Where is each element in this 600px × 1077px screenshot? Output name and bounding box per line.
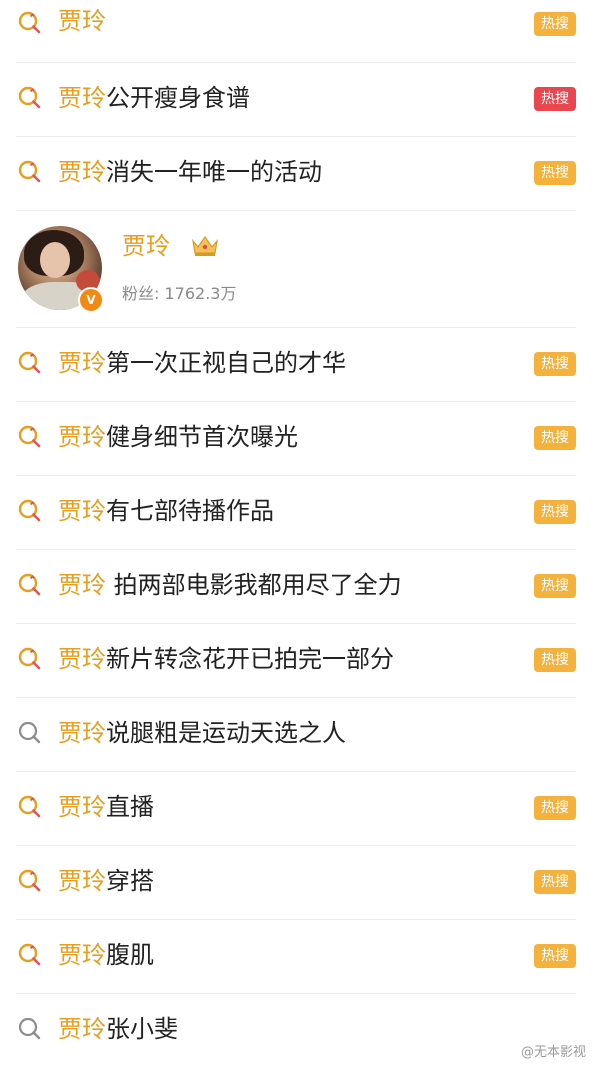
suggestion-suffix: 第一次正视自己的才华 [106, 349, 346, 377]
watermark: @无本影视 [520, 1045, 586, 1060]
trending-search-icon [17, 942, 43, 968]
trending-search-icon [17, 794, 43, 820]
suggestion-keyword: 贾玲 [58, 645, 106, 673]
suggestion-keyword: 贾玲 [58, 1015, 106, 1043]
trending-search-icon [17, 85, 43, 111]
suggestion-row[interactable]: 贾玲说腿粗是运动天选之人 [0, 698, 600, 771]
hot-badge: 热搜 [534, 648, 576, 672]
search-icon [17, 720, 43, 746]
suggestion-row[interactable]: 贾玲消失一年唯一的活动 热搜 [0, 137, 600, 210]
suggestion-label: 贾玲有七部待播作品 [58, 496, 274, 526]
suggestion-row[interactable]: 贾玲 拍两部电影我都用尽了全力 热搜 [0, 550, 600, 623]
suggestion-label: 贾玲第一次正视自己的才华 [58, 348, 346, 378]
suggestion-suffix: 直播 [106, 793, 154, 821]
suggestion-row[interactable]: 贾玲直播 热搜 [0, 772, 600, 845]
suggestion-keyword: 贾玲 [58, 7, 106, 35]
suggestion-row[interactable]: 贾玲 热搜 [0, 0, 600, 62]
suggestion-keyword: 贾玲 [58, 158, 106, 186]
suggestion-suffix: 张小斐 [106, 1015, 178, 1043]
suggestion-label: 贾玲公开瘦身食谱 [58, 83, 250, 113]
suggestion-keyword: 贾玲 [58, 867, 106, 895]
suggestion-row[interactable]: 贾玲健身细节首次曝光 热搜 [0, 402, 600, 475]
trending-search-icon [17, 572, 43, 598]
search-icon [17, 1016, 43, 1042]
suggestion-label: 贾玲直播 [58, 792, 154, 822]
suggestion-keyword: 贾玲 [58, 941, 106, 969]
suggestion-row[interactable]: 贾玲新片转念花开已拍完一部分 热搜 [0, 624, 600, 697]
hot-badge: 热搜 [534, 574, 576, 598]
trending-search-icon [17, 350, 43, 376]
suggestion-label: 贾玲新片转念花开已拍完一部分 [58, 644, 394, 674]
suggestion-label: 贾玲健身细节首次曝光 [58, 422, 298, 452]
suggestion-suffix: 新片转念花开已拍完一部分 [106, 645, 394, 673]
suggestion-row[interactable]: 贾玲有七部待播作品 热搜 [0, 476, 600, 549]
suggestion-suffix: 健身细节首次曝光 [106, 423, 298, 451]
suggestion-label: 贾玲腹肌 [58, 940, 154, 970]
hot-badge: 热搜 [534, 12, 576, 36]
hot-badge: 热搜 [534, 87, 576, 111]
hot-badge: 热搜 [534, 796, 576, 820]
user-profile-row[interactable]: V 贾玲 粉丝: 1762.3万 [0, 211, 600, 327]
trending-search-icon [17, 646, 43, 672]
suggestion-row[interactable]: 贾玲第一次正视自己的才华 热搜 [0, 328, 600, 401]
suggestion-row[interactable]: 贾玲张小斐 [0, 994, 600, 1067]
suggestion-suffix: 说腿粗是运动天选之人 [106, 719, 346, 747]
suggestion-label: 贾玲消失一年唯一的活动 [58, 157, 322, 187]
trending-search-icon [17, 424, 43, 450]
suggestion-keyword: 贾玲 [58, 423, 106, 451]
suggestion-label: 贾玲穿搭 [58, 866, 154, 896]
hot-badge: 热搜 [534, 500, 576, 524]
suggestion-suffix: 穿搭 [106, 867, 154, 895]
trending-search-icon [17, 868, 43, 894]
suggestion-row[interactable]: 贾玲穿搭 热搜 [0, 846, 600, 919]
suggestion-keyword: 贾玲 [58, 349, 106, 377]
suggestion-suffix: 拍两部电影我都用尽了全力 [106, 571, 402, 599]
hot-badge: 热搜 [534, 944, 576, 968]
suggestion-keyword: 贾玲 [58, 497, 106, 525]
hot-badge: 热搜 [534, 352, 576, 376]
fans-count: 粉丝: 1762.3万 [122, 284, 237, 303]
suggestion-keyword: 贾玲 [58, 793, 106, 821]
trending-search-icon [17, 10, 43, 36]
trending-search-icon [17, 159, 43, 185]
suggestion-suffix: 有七部待播作品 [106, 497, 274, 525]
suggestion-suffix: 公开瘦身食谱 [106, 84, 250, 112]
profile-name[interactable]: 贾玲 [122, 231, 170, 261]
hot-badge: 热搜 [534, 161, 576, 185]
suggestion-keyword: 贾玲 [58, 719, 106, 747]
hot-badge: 热搜 [534, 870, 576, 894]
suggestion-label: 贾玲 拍两部电影我都用尽了全力 [58, 570, 402, 600]
crown-icon [190, 233, 220, 259]
hot-badge: 热搜 [534, 426, 576, 450]
suggestion-keyword: 贾玲 [58, 84, 106, 112]
suggestion-label: 贾玲张小斐 [58, 1014, 178, 1044]
suggestion-suffix: 腹肌 [106, 941, 154, 969]
trending-search-icon [17, 498, 43, 524]
suggestion-suffix: 消失一年唯一的活动 [106, 158, 322, 186]
suggestion-label: 贾玲说腿粗是运动天选之人 [58, 718, 346, 748]
suggestion-row[interactable]: 贾玲腹肌 热搜 [0, 920, 600, 993]
verified-v-icon: V [78, 287, 104, 313]
suggestion-row[interactable]: 贾玲公开瘦身食谱 热搜 [0, 63, 600, 136]
suggestion-keyword: 贾玲 [58, 571, 106, 599]
suggestion-label: 贾玲 [58, 6, 106, 36]
